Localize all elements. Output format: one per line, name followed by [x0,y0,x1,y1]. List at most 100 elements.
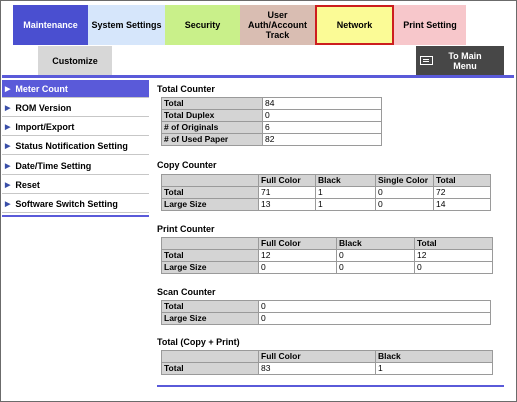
table-row: Total 0 [161,300,491,313]
to-main-menu-label: To Main Menu [448,50,482,71]
table-header-row: Full Color Black Total [161,237,493,250]
sidebar-item-label: Meter Count [15,83,68,94]
cell-value: 71 [258,186,316,199]
column-header: Black [315,174,376,187]
sidebar-item-label: Status Notification Setting [15,140,128,151]
row-label: # of Used Paper [161,133,263,146]
cell-value: 0 [258,261,337,274]
table-row: Total 84 [161,97,382,110]
tab-system-settings-label: System Settings [91,20,162,30]
scan-counter-table: Total 0 Large Size 0 [161,300,491,325]
tab-user-auth[interactable]: User Auth/Account Track [240,5,315,45]
cell-value: 83 [258,362,376,375]
arrow-right-icon: ▶ [5,104,11,112]
header-accent-bar [2,75,514,78]
sidebar-item-rom-version[interactable]: ▶ ROM Version [2,99,149,117]
row-label: # of Originals [161,121,263,134]
sidebar-item-software-switch-setting[interactable]: ▶ Software Switch Setting [2,195,149,213]
table-row: # of Used Paper 82 [161,133,382,146]
column-header: Total [433,174,491,187]
column-header: Black [375,350,493,363]
row-label: Total [161,362,259,375]
table-row: Large Size 0 0 0 [161,261,493,274]
footer-accent-bar [157,385,504,387]
total-copy-print-title: Total (Copy + Print) [157,337,240,347]
main-menu-icon [420,56,433,65]
row-value: 0 [258,312,491,325]
sidebar-item-label: Software Switch Setting [15,198,118,209]
cell-value: 1 [315,186,376,199]
row-value: 82 [262,133,382,146]
row-label: Large Size [161,261,259,274]
sidebar-item-import-export[interactable]: ▶ Import/Export [2,118,149,136]
arrow-right-icon: ▶ [5,162,11,170]
tab-maintenance[interactable]: Maintenance [13,5,88,45]
total-counter-table: Total 84 Total Duplex 0 # of Originals 6 # … [161,97,382,146]
tab-customize-label: Customize [52,55,98,66]
tab-maintenance-label: Maintenance [23,20,78,30]
tab-print-setting[interactable]: Print Setting [394,5,466,45]
row-value: 6 [262,121,382,134]
row-label: Total Duplex [161,109,263,122]
table-header-row: Full Color Black Single Color Total [161,174,491,187]
total-copy-print-table: Full Color Black Total 83 1 [161,350,493,375]
arrow-right-icon: ▶ [5,142,11,150]
tab-print-setting-label: Print Setting [403,20,457,30]
row-label: Large Size [161,312,259,325]
sidebar-item-label: ROM Version [15,102,72,113]
row-label: Large Size [161,198,259,211]
tab-network[interactable]: Network [315,5,394,45]
row-label: Total [161,97,263,110]
tab-network-label: Network [336,20,373,30]
sidebar-item-reset[interactable]: ▶ Reset [2,176,149,194]
tab-system-settings[interactable]: System Settings [88,5,165,45]
row-value: 0 [262,109,382,122]
table-row: Total Duplex 0 [161,109,382,122]
cell-value: 12 [258,249,337,262]
cell-value: 1 [315,198,376,211]
row-label: Total [161,249,259,262]
cell-value: 0 [336,249,415,262]
sidebar-item-status-notification-setting[interactable]: ▶ Status Notification Setting [2,137,149,155]
tab-user-auth-label: User Auth/Account Track [248,10,308,40]
arrow-right-icon: ▶ [5,200,11,208]
corner-cell [161,174,259,187]
column-header: Full Color [258,350,376,363]
sidebar-item-meter-count[interactable]: ▶ Meter Count [2,80,149,98]
print-counter-title: Print Counter [157,224,215,234]
to-main-menu-button[interactable]: To Main Menu [416,46,504,75]
column-header: Black [336,237,415,250]
copy-counter-table: Full Color Black Single Color Total Tota… [161,174,491,211]
print-counter-table: Full Color Black Total Total 12 0 12 Lar… [161,237,493,274]
cell-value: 72 [433,186,491,199]
sidebar-item-label: Import/Export [15,121,75,132]
cell-value: 1 [375,362,493,375]
total-counter-title: Total Counter [157,84,215,94]
scan-counter-title: Scan Counter [157,287,216,297]
table-row: Total 83 1 [161,362,493,375]
sidebar-item-label: Date/Time Setting [15,160,92,171]
arrow-right-icon: ▶ [5,181,11,189]
corner-cell [161,237,259,250]
table-row: Total 71 1 0 72 [161,186,491,199]
column-header: Full Color [258,237,337,250]
tab-security[interactable]: Security [165,5,240,45]
cell-value: 12 [414,249,493,262]
arrow-right-icon: ▶ [5,85,11,93]
cell-value: 0 [414,261,493,274]
row-value: 0 [258,300,491,313]
column-header: Total [414,237,493,250]
arrow-right-icon: ▶ [5,123,11,131]
tab-customize[interactable]: Customize [38,46,112,75]
table-row: Total 12 0 12 [161,249,493,262]
row-value: 84 [262,97,382,110]
corner-cell [161,350,259,363]
cell-value: 13 [258,198,316,211]
tab-security-label: Security [184,20,221,30]
sidebar-bottom-bar [2,215,149,217]
sidebar-item-date-time-setting[interactable]: ▶ Date/Time Setting [2,157,149,175]
column-header: Full Color [258,174,316,187]
table-row: Large Size 13 1 0 14 [161,198,491,211]
table-row: # of Originals 6 [161,121,382,134]
cell-value: 14 [433,198,491,211]
